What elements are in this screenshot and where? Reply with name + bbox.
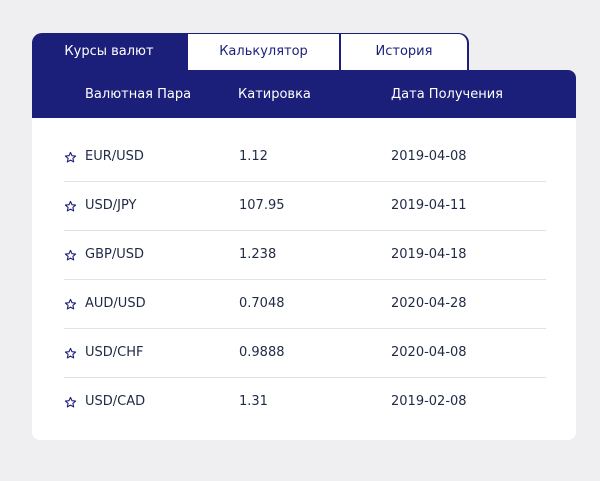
rate-value: 1.238 <box>239 247 277 262</box>
table-row: GBP/USD 1.238 2019-04-18 <box>32 231 576 280</box>
rate-date: 2019-04-11 <box>391 198 467 213</box>
table-header: Валютная Пара Катировка Дата Получения <box>32 70 576 118</box>
rate-date: 2019-04-08 <box>391 149 467 164</box>
tab-history[interactable]: История <box>341 34 467 70</box>
table-row: USD/CHF 0.9888 2020-04-08 <box>32 329 576 378</box>
rate-value: 0.9888 <box>239 345 285 360</box>
rate-date: 2020-04-08 <box>391 345 467 360</box>
star-icon[interactable] <box>64 149 77 163</box>
rate-date: 2020-04-28 <box>391 296 467 311</box>
currency-pair: USD/JPY <box>85 198 137 213</box>
rate-date: 2019-04-18 <box>391 247 467 262</box>
column-header-rate: Катировка <box>238 87 311 102</box>
rate-value: 1.12 <box>239 149 268 164</box>
table-row: USD/CAD 1.31 2019-02-08 <box>32 378 576 426</box>
star-icon[interactable] <box>64 345 77 359</box>
table-body: EUR/USD 1.12 2019-04-08 USD/JPY 107.95 2… <box>32 133 576 427</box>
currency-pair: AUD/USD <box>85 296 146 311</box>
currency-pair: USD/CHF <box>85 345 144 360</box>
tab-bar: Курсы валют Калькулятор История <box>32 33 469 73</box>
star-icon[interactable] <box>64 296 77 310</box>
table-row: USD/JPY 107.95 2019-04-11 <box>32 182 576 231</box>
star-icon[interactable] <box>64 394 77 408</box>
rate-value: 107.95 <box>239 198 285 213</box>
tab-rates[interactable]: Курсы валют <box>32 34 186 70</box>
table-row: AUD/USD 0.7048 2020-04-28 <box>32 280 576 329</box>
star-icon[interactable] <box>64 198 77 212</box>
rate-value: 0.7048 <box>239 296 285 311</box>
rate-date: 2019-02-08 <box>391 394 467 409</box>
currency-pair: EUR/USD <box>85 149 144 164</box>
column-header-date: Дата Получения <box>391 87 503 102</box>
currency-pair: GBP/USD <box>85 247 144 262</box>
table-row: EUR/USD 1.12 2019-04-08 <box>32 133 576 182</box>
rates-table: Валютная Пара Катировка Дата Получения E… <box>32 70 576 440</box>
column-header-pair: Валютная Пара <box>85 87 192 102</box>
star-icon[interactable] <box>64 247 77 261</box>
rate-value: 1.31 <box>239 394 268 409</box>
currency-pair: USD/CAD <box>85 394 146 409</box>
tab-calculator[interactable]: Калькулятор <box>188 34 339 70</box>
